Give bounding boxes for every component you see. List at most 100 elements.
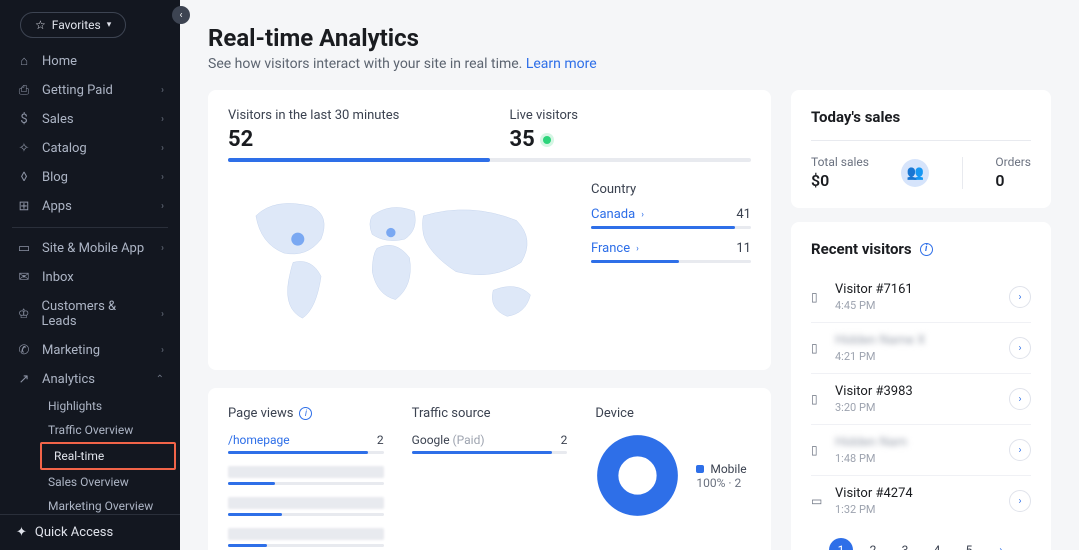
chevron-right-icon: › — [161, 309, 164, 320]
nav-item-catalog[interactable]: ✧Catalog› — [0, 134, 180, 163]
nav-icon: ⎙ — [16, 83, 32, 98]
sales-icon: 👥 — [901, 159, 929, 187]
live-visitors-value: 35 — [510, 127, 752, 152]
realtime-card: Visitors in the last 30 minutes 52 Live … — [208, 90, 771, 370]
quick-access-button[interactable]: ✦ Quick Access — [0, 514, 180, 550]
map-marker-france — [386, 228, 395, 237]
chevron-right-icon: › — [1009, 337, 1031, 359]
traffic-header: Traffic source — [412, 406, 568, 421]
nav-icon: ▭ — [16, 241, 32, 256]
nav-item-analytics[interactable]: ↗Analytics⌃ — [0, 365, 180, 394]
visitor-row[interactable]: ▭Visitor #42741:32 PM› — [811, 476, 1031, 526]
recent-visitors-card: Recent visitorsi ▯Visitor #71614:45 PM›▯… — [791, 222, 1051, 550]
total-sales-value: $0 — [811, 171, 869, 190]
info-icon[interactable]: i — [299, 407, 312, 420]
nav-item-home[interactable]: ⌂Home — [0, 46, 180, 76]
chevron-right-icon: › — [161, 114, 164, 125]
subnav-sales-overview[interactable]: Sales Overview — [36, 470, 180, 494]
traffic-row[interactable]: Google (Paid)2 — [412, 433, 568, 447]
orders-value: 0 — [995, 171, 1031, 190]
visitors-30min-label: Visitors in the last 30 minutes — [228, 108, 470, 123]
visitor-row[interactable]: ▯Hidden Nam1:48 PM› — [811, 425, 1031, 476]
nav-icon: ✧ — [16, 141, 32, 156]
nav-icon: ✉ — [16, 270, 32, 285]
quick-access-label: Quick Access — [35, 525, 113, 540]
subnav-highlights[interactable]: Highlights — [36, 394, 180, 418]
total-sales-label: Total sales — [811, 155, 869, 169]
nav-item-apps[interactable]: ⊞Apps› — [0, 192, 180, 221]
nav-item-blog[interactable]: ◊Blog› — [0, 163, 180, 192]
favorites-label: Favorites — [52, 18, 101, 32]
sidebar: ‹ ☆ Favorites ▾ ⌂Home⎙Getting Paid›$Sale… — [0, 0, 180, 550]
visitors-30min-value: 52 — [228, 127, 470, 152]
device-legend: Mobile 100% · 2 — [696, 462, 746, 490]
nav-item-getting-paid[interactable]: ⎙Getting Paid› — [0, 76, 180, 105]
legend-dot-icon — [696, 465, 704, 473]
chevron-right-icon: › — [1009, 439, 1031, 461]
country-row[interactable]: France›11 — [591, 241, 751, 256]
subnav-marketing-overview[interactable]: Marketing Overview — [36, 494, 180, 514]
live-visitors-label: Live visitors — [510, 108, 752, 123]
chevron-down-icon: ▾ — [107, 20, 112, 30]
learn-more-link[interactable]: Learn more — [526, 56, 597, 72]
nav: ⌂Home⎙Getting Paid›$Sales›✧Catalog›◊Blog… — [0, 46, 180, 514]
visitor-row[interactable]: ▯Hidden Name X4:21 PM› — [811, 323, 1031, 374]
chevron-up-icon: ⌃ — [156, 374, 164, 385]
nav-item-customers-leads[interactable]: ♔Customers & Leads› — [0, 292, 180, 336]
nav-item-sales[interactable]: $Sales› — [0, 105, 180, 134]
nav-icon: ♔ — [16, 307, 32, 322]
page-3[interactable]: 3 — [893, 538, 917, 550]
pageview-row[interactable]: /homepage2 — [228, 433, 384, 447]
nav-item-site-mobile-app[interactable]: ▭Site & Mobile App› — [0, 234, 180, 263]
pageviews-header: Page views — [228, 406, 293, 421]
info-icon[interactable]: i — [920, 243, 933, 256]
collapse-sidebar-button[interactable]: ‹ — [172, 6, 190, 24]
nav-icon: ⌂ — [16, 53, 32, 69]
world-map[interactable] — [228, 182, 563, 352]
page-2[interactable]: 2 — [861, 538, 885, 550]
page-5[interactable]: 5 — [957, 538, 981, 550]
sales-card: Today's sales Total sales $0 👥 Orders 0 — [791, 90, 1051, 208]
chevron-right-icon: › — [1009, 490, 1031, 512]
device-header: Device — [595, 406, 751, 421]
pagination: 12345 › — [811, 538, 1031, 550]
nav-icon: ✆ — [16, 343, 32, 358]
page-next[interactable]: › — [989, 538, 1013, 550]
traffic-col: Traffic source Google (Paid)2 — [412, 406, 568, 550]
country-row[interactable]: Canada›41 — [591, 207, 751, 222]
device-donut-chart — [595, 433, 680, 518]
country-header: Country — [591, 182, 751, 197]
sparkle-icon: ✦ — [16, 525, 27, 540]
chevron-right-icon: › — [161, 243, 164, 254]
chevron-right-icon: › — [161, 345, 164, 356]
nav-icon: $ — [16, 112, 32, 127]
page-title: Real-time Analytics — [208, 24, 1051, 52]
recent-title: Recent visitors — [811, 240, 912, 258]
chevron-right-icon: › — [161, 201, 164, 212]
chevron-right-icon: › — [641, 210, 644, 220]
nav-item-marketing[interactable]: ✆Marketing› — [0, 336, 180, 365]
device-icon: ▯ — [811, 443, 825, 457]
nav-icon: ↗ — [16, 372, 32, 387]
nav-icon: ◊ — [16, 170, 32, 185]
device-icon: ▯ — [811, 341, 825, 355]
stat-tabs[interactable] — [228, 158, 751, 162]
subnav-traffic-overview[interactable]: Traffic Overview — [36, 418, 180, 442]
chevron-right-icon: › — [161, 172, 164, 183]
sales-title: Today's sales — [811, 108, 1031, 126]
map-marker-canada — [291, 233, 304, 246]
page-4[interactable]: 4 — [925, 538, 949, 550]
chevron-right-icon: › — [161, 85, 164, 96]
subnav-real-time[interactable]: Real-time — [42, 444, 174, 468]
nav-item-inbox[interactable]: ✉Inbox — [0, 263, 180, 292]
live-indicator-icon — [543, 136, 551, 144]
main-content: Real-time Analytics See how visitors int… — [180, 0, 1079, 550]
favorites-button[interactable]: ☆ Favorites ▾ — [20, 12, 126, 38]
chevron-right-icon: › — [1009, 286, 1031, 308]
visitor-row[interactable]: ▯Visitor #71614:45 PM› — [811, 272, 1031, 323]
star-icon: ☆ — [35, 18, 46, 32]
page-1[interactable]: 1 — [829, 538, 853, 550]
device-icon: ▯ — [811, 290, 825, 304]
visitor-row[interactable]: ▯Visitor #39833:20 PM› — [811, 374, 1031, 425]
page-subtitle: See how visitors interact with your site… — [208, 56, 1051, 72]
